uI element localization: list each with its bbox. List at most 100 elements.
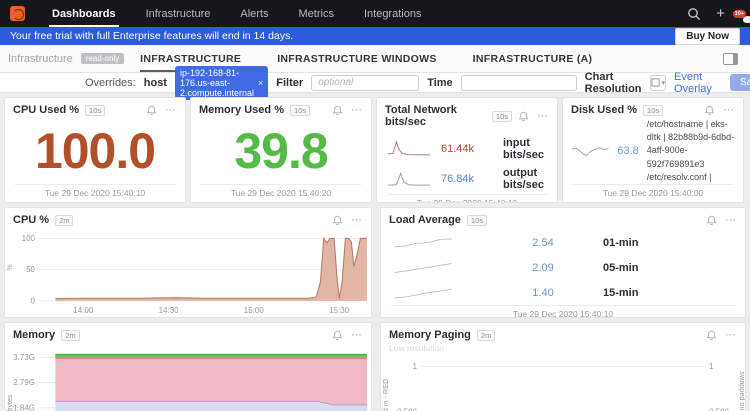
trial-banner: Your free trial with full Enterprise fea… [0, 27, 750, 45]
nav-item-dashboards[interactable]: Dashboards [37, 0, 131, 27]
more-icon[interactable]: ⋯ [537, 111, 549, 122]
panel-title: Memory Used % [199, 104, 284, 116]
nav-item-infrastructure[interactable]: Infrastructure [131, 0, 226, 27]
svg-text:15:00: 15:00 [244, 306, 265, 315]
resolution-badge: 10s [492, 111, 512, 122]
bell-icon[interactable] [518, 111, 529, 122]
dashboard-context-label: Infrastructure [8, 53, 73, 65]
resolution-badge: 2m [477, 330, 495, 341]
network-input-row: 61.44k input bits/sec [377, 134, 557, 164]
disk-sparkline [571, 141, 609, 161]
more-icon[interactable]: ⋯ [165, 105, 177, 116]
time-input[interactable] [461, 75, 577, 91]
network-output-row: 76.84k output bits/sec [377, 164, 557, 194]
bell-icon[interactable] [332, 105, 343, 116]
more-icon[interactable]: ⋯ [351, 215, 363, 226]
tab-infrastructure-a[interactable]: INFRASTRUCTURE (A) [473, 46, 593, 72]
svg-text:swapped out - GREEN: swapped out - GREEN [738, 371, 745, 411]
chevron-down-icon: ▾ [662, 79, 666, 87]
more-icon[interactable]: ⋯ [723, 105, 735, 116]
save-button[interactable]: Save [730, 74, 750, 91]
timestamp: Tue 29 Dec 2020 15:40:20 [201, 188, 361, 198]
load-15min-sparkline [393, 285, 453, 301]
sysdig-logo-icon[interactable] [10, 6, 25, 21]
svg-text:1.84G: 1.84G [13, 403, 35, 411]
nav-item-metrics[interactable]: Metrics [284, 0, 349, 27]
search-icon[interactable] [687, 7, 701, 21]
chip-close-icon[interactable]: × [258, 78, 263, 88]
trial-banner-text: Your free trial with full Enterprise fea… [10, 30, 293, 42]
buy-now-button[interactable]: Buy Now [675, 28, 740, 45]
network-input-label: input bits/sec [503, 137, 547, 161]
svg-text:2.79G: 2.79G [13, 378, 35, 387]
network-input-value: 61.44k [441, 143, 503, 155]
overrides-label: Overrides: [85, 77, 136, 89]
timestamp: Tue 29 Dec 2020 15:40:10 [387, 198, 547, 203]
svg-text:%: % [7, 264, 14, 270]
host-label: host [144, 77, 167, 89]
svg-text:3.73G: 3.73G [13, 353, 35, 362]
more-icon[interactable]: ⋯ [351, 330, 363, 341]
resolution-badge: 2m [61, 330, 79, 341]
load-1min-sparkline [393, 235, 453, 251]
add-icon[interactable]: + [716, 6, 725, 21]
bell-icon[interactable] [332, 215, 343, 226]
resolution-badge: 10s [290, 105, 310, 116]
resolution-badge: 10s [467, 215, 487, 226]
panel-memory-used: Memory Used % 10s ⋯ 39.8 Tue 29 Dec 2020… [190, 97, 372, 203]
nav-item-integrations[interactable]: Integrations [349, 0, 436, 27]
panel-title: CPU Used % [13, 104, 79, 116]
bell-icon[interactable] [146, 105, 157, 116]
load-15min-value: 1.40 [483, 287, 603, 299]
panel-cpu-chart: CPU % 2m ⋯ 10050014:0014:3015:0015:30% [4, 207, 372, 318]
load-1min-label: 01-min [603, 237, 733, 249]
event-overlay-link[interactable]: Event Overlay [674, 71, 712, 95]
svg-text:0.500: 0.500 [709, 407, 729, 411]
resolution-badge: 10s [643, 105, 663, 116]
load-1min-value: 2.54 [483, 237, 603, 249]
bell-icon[interactable] [704, 105, 715, 116]
disk-mount-text: /etc/hostname | eks-dltk | 82b88b9d-6dbd… [647, 118, 735, 183]
read-only-badge: read-only [81, 53, 124, 64]
panel-title: Memory Paging [389, 329, 471, 341]
panel-title: Disk Used % [571, 104, 637, 116]
load-15min-label: 15-min [603, 287, 733, 299]
svg-text:15:30: 15:30 [329, 306, 350, 315]
resolution-icon [651, 78, 660, 87]
host-scope-chip[interactable]: ip-192-168-81-176.us-east-2.compute.inte… [175, 66, 268, 100]
panel-title: CPU % [13, 214, 49, 226]
resolution-badge: 2m [55, 215, 73, 226]
memory-paging-chart: 110.5000.50000swapped in - REDswapped ou… [381, 353, 745, 411]
more-icon[interactable]: ⋯ [725, 215, 737, 226]
top-navbar: Dashboards Infrastructure Alerts Metrics… [0, 0, 750, 27]
load-5min-label: 05-min [603, 262, 733, 274]
svg-text:1: 1 [709, 362, 714, 371]
bell-icon[interactable] [706, 330, 717, 341]
panel-title: Memory [13, 329, 55, 341]
svg-text:bytes: bytes [7, 394, 14, 411]
memory-used-value: 39.8 [191, 118, 371, 184]
svg-text:0.500: 0.500 [397, 407, 417, 411]
panel-memory-paging: Memory Paging 2m ⋯ Low resolution 110.50… [380, 322, 746, 411]
bell-icon[interactable] [332, 330, 343, 341]
nav-item-alerts[interactable]: Alerts [225, 0, 283, 27]
time-label: Time [427, 77, 452, 89]
tab-infrastructure-windows[interactable]: INFRASTRUCTURE WINDOWS [277, 46, 436, 72]
more-icon[interactable]: ⋯ [351, 105, 363, 116]
svg-text:0: 0 [31, 296, 36, 305]
load-row-1min: 2.54 01-min [381, 230, 745, 255]
panel-memory: Memory 2m ⋯ 3.73G2.79G1.84G954M0bytes [4, 322, 372, 411]
bell-icon[interactable] [706, 215, 717, 226]
svg-text:14:30: 14:30 [159, 306, 180, 315]
host-scope-chip-text: ip-192-168-81-176.us-east-2.compute.inte… [180, 68, 254, 98]
memory-stacked-chart: 3.73G2.79G1.84G954M0bytes [5, 343, 371, 411]
overrides-row: Overrides: host ip-192-168-81-176.us-eas… [0, 73, 750, 93]
chart-resolution-select[interactable]: ▾ [650, 75, 667, 91]
filter-input[interactable] [311, 75, 419, 91]
dashboard-tabs-row: Infrastructure read-only INFRASTRUCTURE … [0, 45, 750, 73]
more-icon[interactable]: ⋯ [725, 330, 737, 341]
svg-text:14:00: 14:00 [73, 306, 94, 315]
panel-toggle-icon[interactable] [723, 53, 738, 65]
timestamp: Tue 29 Dec 2020 15:40:00 [573, 188, 733, 198]
panel-disk-used: Disk Used % 10s ⋯ 63.8 /etc/hostname | e… [562, 97, 744, 203]
